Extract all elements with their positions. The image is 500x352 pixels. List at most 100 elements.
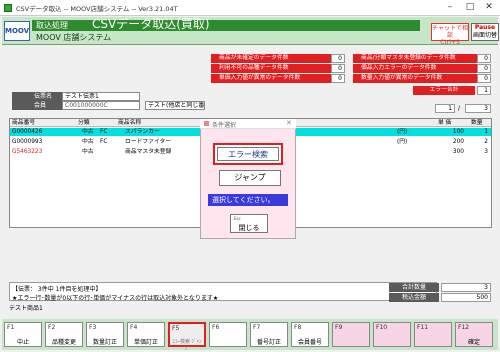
fkey-id: F4 [130, 324, 138, 331]
col-code-header: 商品番号 [12, 120, 36, 126]
status-message-area: 【伝票： 3件中 1件目を処理中】 ★エラー行･数量が0以下の行･単価がマイナス… [9, 282, 437, 302]
current-item-name: テスト商品1 [9, 305, 43, 312]
dialog-close-icon[interactable]: ✕ [286, 119, 292, 127]
member-note: テスト(他店と同じ番号 [145, 101, 205, 110]
col-class-header: 分類 [78, 120, 90, 126]
item-name: 商品マスタ未登録 [125, 149, 172, 155]
fkey-id: F7 [253, 324, 261, 331]
fkey-id: F2 [48, 324, 56, 331]
col-price-header: 単 価 [438, 120, 452, 126]
page-separator: / [458, 105, 461, 112]
counter-value: 0 [331, 74, 345, 83]
counter-value: 0 [477, 74, 491, 83]
section-label: 取込処理 [36, 21, 68, 30]
error-search-label: エラー検索 [217, 147, 279, 161]
app-icon [4, 4, 12, 12]
item-qty: 3 [484, 149, 488, 155]
slip-name-label: 伝票名 [12, 92, 62, 101]
error-search-button[interactable]: エラー検索 [213, 143, 283, 165]
f3-qty-correct-button[interactable]: F3 数量訂正 [86, 322, 124, 347]
moov-logo: MOOV [4, 21, 30, 41]
title-bar-green [32, 20, 420, 31]
maximize-icon[interactable]: □ [461, 1, 479, 14]
total-amount-label: 税込金額 [389, 293, 439, 302]
col-qty-header: 数量 [471, 120, 483, 126]
item-qty: 2 [484, 139, 488, 145]
system-subtitle: MOOV 店舗システム [36, 33, 112, 42]
f9-button[interactable]: F9 [332, 322, 370, 347]
counter-label: 商品/分類マスタ未登録のデータ件数 [353, 54, 477, 63]
close-label: 閉じる [238, 224, 260, 232]
fkey-label: 単価訂正 [133, 339, 158, 346]
status-line-1: 【伝票： 3件中 1件目を処理中】 [12, 286, 102, 293]
f1-stop-button[interactable]: F1 中止 [4, 322, 42, 347]
total-qty-value: 3 [441, 283, 491, 292]
item-code: G0000993 [12, 139, 43, 145]
member-id-field[interactable]: C001000000C [62, 101, 140, 110]
dialog-prompt: 選択してください。 [208, 194, 288, 206]
counter-label: 単価入力値が異常のデータ件数 [211, 74, 331, 83]
total-qty-label: 合計数量 [389, 283, 439, 292]
fkey-id: F5 [172, 325, 180, 332]
jump-button[interactable]: ジャンプ [219, 170, 281, 186]
screen-switch-label: 画面切替 [472, 32, 497, 39]
fkey-id: F12 [458, 324, 470, 331]
item-unit: (円) [397, 139, 408, 145]
chat-label: チャットで相談 [432, 25, 468, 39]
item-name: ロードファイター [125, 139, 172, 145]
item-price: 200 [452, 139, 464, 145]
item-price: 100 [452, 129, 464, 135]
item-unit: (円) [397, 129, 408, 135]
fkey-label: 中止 [16, 339, 29, 346]
f12-confirm-button[interactable]: F12 確定 [455, 322, 493, 347]
error-total-value: 1 [477, 86, 491, 95]
f4-price-correct-button[interactable]: F4 単価訂正 [127, 322, 165, 347]
page-title: CSVデータ取込(買取) [92, 17, 210, 31]
item-qty: 1 [484, 129, 488, 135]
f6-button[interactable]: F6 [209, 322, 247, 347]
counter-value: 0 [477, 54, 491, 63]
close-icon[interactable]: ✕ [480, 1, 498, 14]
counter-label: 商品が未確定のデータ件数 [211, 54, 331, 63]
f2-category-change-button[interactable]: F2 品種変更 [45, 322, 83, 347]
fkey-id: F3 [89, 324, 97, 331]
fkey-id: F1 [7, 324, 15, 331]
counter-label: 利用不可の品種データ件数 [211, 64, 331, 73]
fkey-id: F8 [294, 324, 302, 331]
counter-value: 0 [331, 54, 345, 63]
pause-screen-switch-button[interactable]: Pause 画面切替 [471, 23, 499, 41]
f5-error-search-jump-button[interactable]: F5 ｴﾗｰ検索 ｼﾞｬﾝﾌﾟ [168, 322, 206, 352]
counter-label: 個品入力エラーのデータ件数 [353, 64, 477, 73]
f10-button[interactable]: F10 [373, 322, 411, 347]
counter-value: 0 [477, 64, 491, 73]
esc-key-label: Esc [234, 216, 241, 221]
f11-button[interactable]: F11 [414, 322, 452, 347]
dialog-titlebar: 条件選択 ✕ [200, 119, 296, 129]
dialog-title: 条件選択 [212, 122, 237, 129]
member-label: 会員 [12, 101, 62, 110]
counter-label: 数量入力値が異常のデータ件数 [353, 74, 477, 83]
counter-value: 0 [331, 64, 345, 73]
item-code: G5463223 [12, 149, 43, 155]
window-titlebar: CSVデータ取込 -- MOOV店舗システム -- Ver3.21.04T – … [0, 0, 500, 16]
f7-number-correct-button[interactable]: F7 番号訂正 [250, 322, 288, 347]
col-name-header: 商品名称 [118, 120, 142, 126]
item-code: G0000426 [12, 129, 43, 135]
error-total-label: エラー合計 [413, 86, 475, 95]
item-name: スパランカー [125, 129, 160, 135]
fkey-label: 番号訂正 [256, 339, 281, 346]
minimize-icon[interactable]: – [441, 1, 459, 14]
f8-member-number-button[interactable]: F8 会員番号 [291, 322, 329, 347]
window-title: CSVデータ取込 -- MOOV店舗システム -- Ver3.21.04T [16, 5, 178, 13]
item-class2: FC [100, 129, 108, 135]
fkey-label: 確定 [467, 339, 480, 346]
dialog-close-button[interactable]: Esc 閉じる [230, 214, 268, 233]
fkey-label: 数量訂正 [92, 339, 117, 346]
item-class2: FC [100, 139, 108, 145]
chat-consult-button[interactable]: チャットで相談 Ctrl+S [431, 23, 469, 46]
fkey-label: 品種変更 [51, 339, 76, 346]
fkey-id: F6 [212, 324, 220, 331]
slip-name-field[interactable]: テスト伝票1 [62, 92, 140, 101]
page-current[interactable]: 1 [435, 104, 455, 113]
fkey-id: F9 [335, 324, 343, 331]
